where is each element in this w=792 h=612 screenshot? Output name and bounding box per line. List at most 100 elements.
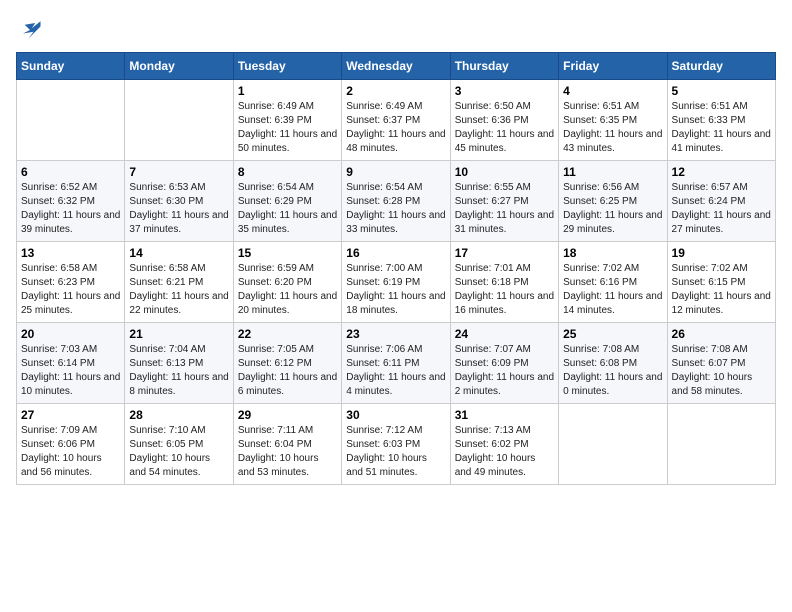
calendar-cell (125, 80, 233, 161)
cell-content: Sunrise: 7:10 AM Sunset: 6:05 PM Dayligh… (129, 424, 228, 480)
calendar-cell: 18 Sunrise: 7:02 AM Sunset: 6:16 PM Dayli… (559, 242, 667, 323)
cell-content: Sunrise: 7:06 AM Sunset: 6:11 PM Dayligh… (346, 343, 445, 399)
cell-content: Sunrise: 7:08 AM Sunset: 6:07 PM Dayligh… (672, 343, 771, 399)
day-number: 2 (346, 84, 445, 98)
cell-content: Sunrise: 7:04 AM Sunset: 6:13 PM Dayligh… (129, 343, 228, 399)
cell-content: Sunrise: 6:51 AM Sunset: 6:33 PM Dayligh… (672, 100, 771, 156)
cell-content: Sunrise: 7:12 AM Sunset: 6:03 PM Dayligh… (346, 424, 445, 480)
day-number: 24 (455, 327, 554, 341)
day-number: 28 (129, 408, 228, 422)
cell-content: Sunrise: 6:57 AM Sunset: 6:24 PM Dayligh… (672, 181, 771, 237)
calendar-cell: 23Sunrise: 7:06 AM Sunset: 6:11 PM Dayli… (342, 323, 450, 404)
calendar-cell: 2Sunrise: 6:49 AM Sunset: 6:37 PM Daylig… (342, 80, 450, 161)
day-number: 31 (455, 408, 554, 422)
day-number: 21 (129, 327, 228, 341)
cell-content: Sunrise: 7:09 AM Sunset: 6:06 PM Dayligh… (21, 424, 120, 480)
logo-icon (16, 16, 44, 44)
calendar-cell: 28 Sunrise: 7:10 AM Sunset: 6:05 PM Dayli… (125, 404, 233, 485)
cell-content: Sunrise: 7:08 AM Sunset: 6:08 PM Dayligh… (563, 343, 662, 399)
calendar-cell: 11 Sunrise: 6:56 AM Sunset: 6:25 PM Dayli… (559, 161, 667, 242)
cell-content: Sunrise: 7:05 AM Sunset: 6:12 PM Dayligh… (238, 343, 337, 399)
calendar-cell: 15 Sunrise: 6:59 AM Sunset: 6:20 PM Dayli… (233, 242, 341, 323)
day-number: 4 (563, 84, 662, 98)
day-number: 19 (672, 246, 771, 260)
day-number: 27 (21, 408, 120, 422)
day-number: 29 (238, 408, 337, 422)
calendar-week-row: 6 Sunrise: 6:52 AM Sunset: 6:32 PM Daylig… (17, 161, 776, 242)
day-number: 6 (21, 165, 120, 179)
day-number: 13 (21, 246, 120, 260)
cell-content: Sunrise: 6:50 AM Sunset: 6:36 PM Dayligh… (455, 100, 554, 156)
cell-content: Sunrise: 6:59 AM Sunset: 6:20 PM Dayligh… (238, 262, 337, 318)
calendar-week-row: 13 Sunrise: 6:58 AM Sunset: 6:23 PM Dayli… (17, 242, 776, 323)
calendar-cell: 25 Sunrise: 7:08 AM Sunset: 6:08 PM Dayli… (559, 323, 667, 404)
cell-content: Sunrise: 7:07 AM Sunset: 6:09 PM Dayligh… (455, 343, 554, 399)
day-of-week-header: Wednesday (342, 53, 450, 80)
day-number: 8 (238, 165, 337, 179)
page-header (16, 16, 776, 44)
day-of-week-header: Tuesday (233, 53, 341, 80)
cell-content: Sunrise: 7:11 AM Sunset: 6:04 PM Dayligh… (238, 424, 337, 480)
cell-content: Sunrise: 7:00 AM Sunset: 6:19 PM Dayligh… (346, 262, 445, 318)
calendar-cell: 27 Sunrise: 7:09 AM Sunset: 6:06 PM Dayli… (17, 404, 125, 485)
day-of-week-header: Monday (125, 53, 233, 80)
calendar-week-row: 1 Sunrise: 6:49 AM Sunset: 6:39 PM Daylig… (17, 80, 776, 161)
day-number: 20 (21, 327, 120, 341)
calendar-cell: 29 Sunrise: 7:11 AM Sunset: 6:04 PM Dayli… (233, 404, 341, 485)
cell-content: Sunrise: 6:58 AM Sunset: 6:23 PM Dayligh… (21, 262, 120, 318)
day-number: 22 (238, 327, 337, 341)
day-number: 11 (563, 165, 662, 179)
calendar-cell: 5 Sunrise: 6:51 AM Sunset: 6:33 PM Daylig… (667, 80, 775, 161)
calendar-cell: 10 Sunrise: 6:55 AM Sunset: 6:27 PM Dayli… (450, 161, 558, 242)
day-number: 7 (129, 165, 228, 179)
calendar-cell (559, 404, 667, 485)
day-number: 3 (455, 84, 554, 98)
calendar-week-row: 27 Sunrise: 7:09 AM Sunset: 6:06 PM Dayli… (17, 404, 776, 485)
cell-content: Sunrise: 6:51 AM Sunset: 6:35 PM Dayligh… (563, 100, 662, 156)
day-number: 18 (563, 246, 662, 260)
calendar-cell: 26 Sunrise: 7:08 AM Sunset: 6:07 PM Dayli… (667, 323, 775, 404)
calendar-cell: 8 Sunrise: 6:54 AM Sunset: 6:29 PM Daylig… (233, 161, 341, 242)
calendar-table: SundayMondayTuesdayWednesdayThursdayFrid… (16, 52, 776, 485)
calendar-cell: 3 Sunrise: 6:50 AM Sunset: 6:36 PM Daylig… (450, 80, 558, 161)
cell-content: Sunrise: 6:54 AM Sunset: 6:29 PM Dayligh… (238, 181, 337, 237)
calendar-cell: 13 Sunrise: 6:58 AM Sunset: 6:23 PM Dayli… (17, 242, 125, 323)
cell-content: Sunrise: 7:13 AM Sunset: 6:02 PM Dayligh… (455, 424, 554, 480)
day-of-week-header: Friday (559, 53, 667, 80)
calendar-cell: 31 Sunrise: 7:13 AM Sunset: 6:02 PM Dayli… (450, 404, 558, 485)
calendar-cell: 16 Sunrise: 7:00 AM Sunset: 6:19 PM Dayli… (342, 242, 450, 323)
calendar-header-row: SundayMondayTuesdayWednesdayThursdayFrid… (17, 53, 776, 80)
day-number: 16 (346, 246, 445, 260)
calendar-cell: 6 Sunrise: 6:52 AM Sunset: 6:32 PM Daylig… (17, 161, 125, 242)
day-number: 25 (563, 327, 662, 341)
logo (16, 16, 48, 44)
calendar-cell: 7 Sunrise: 6:53 AM Sunset: 6:30 PM Daylig… (125, 161, 233, 242)
cell-content: Sunrise: 6:52 AM Sunset: 6:32 PM Dayligh… (21, 181, 120, 237)
cell-content: Sunrise: 6:49 AM Sunset: 6:39 PM Dayligh… (238, 100, 337, 156)
day-of-week-header: Thursday (450, 53, 558, 80)
cell-content: Sunrise: 7:03 AM Sunset: 6:14 PM Dayligh… (21, 343, 120, 399)
day-number: 9 (346, 165, 445, 179)
day-number: 26 (672, 327, 771, 341)
day-number: 10 (455, 165, 554, 179)
cell-content: Sunrise: 6:58 AM Sunset: 6:21 PM Dayligh… (129, 262, 228, 318)
day-number: 17 (455, 246, 554, 260)
calendar-cell: 20 Sunrise: 7:03 AM Sunset: 6:14 PM Dayli… (17, 323, 125, 404)
cell-content: Sunrise: 6:56 AM Sunset: 6:25 PM Dayligh… (563, 181, 662, 237)
calendar-cell: 24 Sunrise: 7:07 AM Sunset: 6:09 PM Dayli… (450, 323, 558, 404)
cell-content: Sunrise: 6:53 AM Sunset: 6:30 PM Dayligh… (129, 181, 228, 237)
cell-content: Sunrise: 6:55 AM Sunset: 6:27 PM Dayligh… (455, 181, 554, 237)
day-number: 15 (238, 246, 337, 260)
cell-content: Sunrise: 7:02 AM Sunset: 6:16 PM Dayligh… (563, 262, 662, 318)
calendar-cell: 19 Sunrise: 7:02 AM Sunset: 6:15 PM Dayli… (667, 242, 775, 323)
calendar-cell: 22 Sunrise: 7:05 AM Sunset: 6:12 PM Dayli… (233, 323, 341, 404)
cell-content: Sunrise: 7:02 AM Sunset: 6:15 PM Dayligh… (672, 262, 771, 318)
day-number: 14 (129, 246, 228, 260)
day-of-week-header: Saturday (667, 53, 775, 80)
day-number: 12 (672, 165, 771, 179)
cell-content: Sunrise: 6:54 AM Sunset: 6:28 PM Dayligh… (346, 181, 445, 237)
calendar-cell: 1 Sunrise: 6:49 AM Sunset: 6:39 PM Daylig… (233, 80, 341, 161)
calendar-week-row: 20 Sunrise: 7:03 AM Sunset: 6:14 PM Dayli… (17, 323, 776, 404)
day-number: 1 (238, 84, 337, 98)
day-number: 5 (672, 84, 771, 98)
